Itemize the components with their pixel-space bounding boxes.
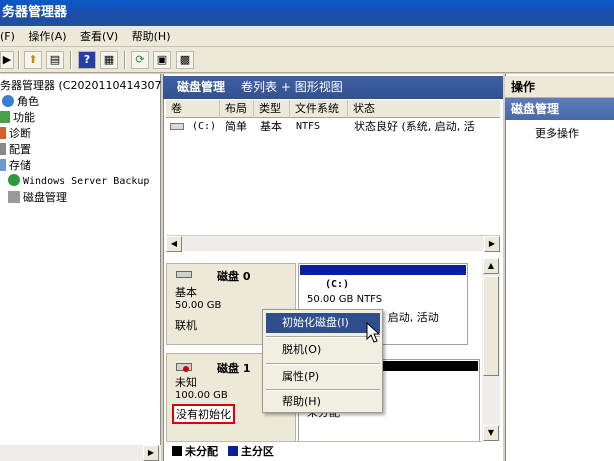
column-type[interactable]: 类型: [254, 100, 290, 118]
context-menu: 初始化磁盘(I) 脱机(O) 属性(P) 帮助(H): [262, 309, 383, 413]
diagnostics-icon: [0, 127, 6, 139]
up-folder-icon[interactable]: ⬆: [24, 51, 42, 69]
partition-label: (C:): [325, 279, 350, 290]
toolbar-separator: [18, 51, 20, 69]
menu-bar: (F) 操作(A) 查看(V) 帮助(H): [0, 26, 614, 47]
window-title: 务器管理器: [2, 5, 68, 20]
disk0-name: 磁盘 0: [217, 270, 251, 283]
volume-list-hscroll[interactable]: ◀ ▶: [166, 235, 500, 252]
disk0-state: 联机: [175, 319, 197, 332]
tree-root-label: 务器管理器 (C2020110414307: [0, 79, 162, 92]
toolbar-separator: [70, 51, 72, 69]
tree-item-diagnostics[interactable]: 诊断: [0, 126, 31, 142]
drive-icon: [170, 123, 184, 130]
disk1-kind: 未知: [175, 376, 197, 389]
tree-item-label: 配置: [9, 143, 31, 156]
menu-action[interactable]: 操作(A): [28, 26, 66, 47]
menu-view[interactable]: 查看(V): [80, 26, 118, 47]
tree-item-label: 诊断: [9, 127, 31, 140]
scroll-thumb[interactable]: [483, 276, 499, 376]
tree-root[interactable]: 务器管理器 (C2020110414307: [0, 78, 161, 94]
legend-unallocated: 未分配: [185, 445, 218, 458]
tree-item-roles[interactable]: 角色: [2, 94, 39, 110]
menu-separator: [266, 363, 380, 365]
disk0-kind: 基本: [175, 286, 197, 299]
menu-help[interactable]: 帮助(H): [132, 26, 171, 47]
disk-management-icon: [8, 191, 20, 203]
actions-section[interactable]: 磁盘管理: [505, 98, 614, 120]
mouse-cursor-icon: [366, 322, 380, 343]
features-icon: [0, 111, 10, 123]
legend-primary: 主分区: [240, 445, 274, 458]
scroll-left-icon[interactable]: ◀: [166, 236, 182, 252]
cell-volume: (C:): [192, 121, 217, 132]
tree-item-label: 存储: [9, 159, 31, 172]
menu-item-properties[interactable]: 属性(P): [266, 367, 380, 387]
disk1-name: 磁盘 1: [217, 362, 251, 375]
scroll-down-icon[interactable]: ▼: [483, 425, 499, 441]
graph-vscroll[interactable]: ▲ ▼: [482, 258, 500, 441]
toolbar: ▶ ⬆ ▤ ? ▦ ⟳ ▣ ▩: [0, 47, 614, 73]
storage-icon: [0, 159, 6, 171]
menu-separator: [266, 389, 380, 391]
cell-filesystem: NTFS: [296, 121, 321, 132]
primary-swatch: [227, 446, 238, 456]
primary-partition-bar: [300, 265, 466, 275]
window-title-bar: 务器管理器: [0, 0, 614, 26]
disk-icon: [176, 271, 192, 278]
backup-icon: [8, 174, 20, 186]
tree-item-label: 功能: [13, 111, 35, 124]
forward-icon[interactable]: ▶: [0, 51, 14, 69]
help-icon[interactable]: ?: [78, 51, 96, 69]
scroll-right-icon[interactable]: ▶: [484, 236, 500, 252]
tree-item-label: 角色: [17, 95, 39, 108]
disk1-state: 没有初始化: [172, 404, 235, 424]
tree-hscroll[interactable]: ▶: [0, 445, 161, 461]
tree-pane: 务器管理器 (C2020110414307 角色 功能 诊断 配置 存储 Win…: [0, 74, 161, 461]
open-icon[interactable]: ▣: [153, 51, 171, 69]
menu-separator: [266, 336, 380, 338]
partition-size-fs: 50.00 GB NTFS: [307, 294, 383, 305]
tree-item-features[interactable]: 功能: [0, 110, 35, 126]
column-status[interactable]: 状态: [348, 100, 500, 118]
scroll-up-icon[interactable]: ▲: [483, 258, 499, 274]
tree-item-storage[interactable]: 存储: [0, 158, 31, 174]
scroll-right-icon[interactable]: ▶: [143, 445, 159, 461]
disk1-size: 100.00 GB: [175, 390, 228, 401]
mid-header: 磁盘管理 卷列表 + 图形视图: [163, 76, 503, 99]
roles-icon: [2, 95, 14, 107]
table-row[interactable]: (C:) 简单 基本 NTFS 状态良好 (系统, 启动, 活: [166, 118, 500, 135]
menu-item-offline[interactable]: 脱机(O): [266, 340, 380, 360]
mid-header-title: 磁盘管理: [177, 80, 226, 94]
tree-item-disk-management[interactable]: 磁盘管理: [8, 190, 67, 206]
error-arrow-icon: [183, 366, 189, 372]
view-label: 卷列表 + 图形视图: [241, 80, 343, 94]
unallocated-swatch: [172, 446, 182, 456]
tree-item-label: Windows Server Backup: [23, 176, 150, 187]
settings-icon[interactable]: ▩: [176, 51, 194, 69]
cell-status: 状态良好 (系统, 启动, 活: [354, 120, 475, 133]
refresh-icon[interactable]: ⟳: [131, 51, 149, 69]
column-layout[interactable]: 布局: [220, 100, 254, 118]
actions-title: 操作: [505, 76, 614, 98]
show-hide-tree-icon[interactable]: ▤: [46, 51, 64, 69]
toolbar-separator: [124, 51, 126, 69]
menu-item-help[interactable]: 帮助(H): [266, 392, 380, 412]
disk0-size: 50.00 GB: [175, 300, 222, 311]
menu-item-initialize-disk[interactable]: 初始化磁盘(I): [266, 313, 380, 333]
menu-file[interactable]: (F): [0, 26, 15, 47]
tree-item-configuration[interactable]: 配置: [0, 142, 31, 158]
configuration-icon: [0, 143, 6, 155]
tree-item-label: 磁盘管理: [23, 191, 67, 204]
legend: 未分配 主分区: [166, 441, 482, 461]
cell-type: 基本: [260, 120, 282, 133]
tree-item-windows-backup[interactable]: Windows Server Backup: [8, 174, 149, 190]
volume-list-header: 卷 布局 类型 文件系统 状态: [166, 100, 500, 118]
properties-icon[interactable]: ▦: [100, 51, 118, 69]
column-filesystem[interactable]: 文件系统: [290, 100, 348, 118]
cell-layout: 简单: [225, 120, 247, 133]
more-actions-link[interactable]: 更多操作: [535, 125, 579, 141]
column-volume[interactable]: 卷: [166, 100, 220, 118]
